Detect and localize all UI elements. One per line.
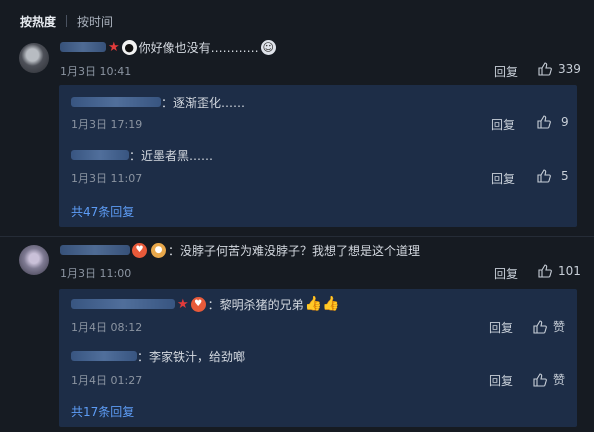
like-button[interactable]: 101 (538, 264, 581, 278)
like-label: 赞 (553, 320, 566, 334)
reply-button[interactable]: 回复 (489, 372, 513, 389)
thumbs-up-icon (533, 319, 547, 334)
reply-header: ： 李家铁汁，给劲啷 (71, 348, 245, 364)
comment-text: 没脖子何苦为难没脖子？我想了想是这个道理 (180, 243, 421, 258)
like-button[interactable]: 赞 (533, 371, 565, 388)
avatar[interactable] (19, 245, 49, 275)
like-label: 赞 (553, 373, 566, 387)
reply-username[interactable] (71, 97, 161, 107)
panda-badge-icon: ● (121, 39, 137, 55)
thumbs-up-icon (533, 372, 547, 387)
reply-date: 1月4日 08:12 (71, 321, 143, 334)
like-button[interactable]: 9 (537, 115, 569, 129)
badge-icon: ♥ (132, 242, 147, 258)
username[interactable] (60, 42, 106, 52)
thumbs-up-icon (537, 169, 551, 183)
star-badge-icon: ★ (108, 39, 120, 55)
reply-box: ★ ♥ ： 黎明杀猪的兄弟 👍👍 1月4日 08:12 回复 赞 ： 李家铁汁，… (59, 289, 577, 427)
like-count: 339 (558, 62, 581, 76)
reply-button[interactable]: 回复 (489, 319, 513, 336)
reply-button[interactable]: 回复 (491, 170, 515, 187)
reply-username[interactable] (71, 150, 129, 160)
reply-button[interactable]: 回复 (494, 265, 518, 282)
more-replies-link[interactable]: 共47条回复 (71, 203, 134, 220)
reply-username[interactable] (71, 351, 137, 361)
reply-text: 逐渐歪化…… (173, 95, 246, 110)
thumbs-up-icon (538, 62, 552, 76)
star-badge-icon: ★ (177, 296, 189, 312)
bean-badge-icon: ● (151, 242, 166, 258)
reply-button[interactable]: 回复 (494, 63, 518, 80)
reply-text: 近墨者黑…… (141, 148, 214, 163)
like-button[interactable]: 339 (538, 62, 581, 76)
like-button[interactable]: 5 (537, 169, 569, 183)
like-count: 9 (561, 115, 569, 129)
like-button[interactable]: 赞 (533, 318, 565, 335)
reply-box: ： 逐渐歪化…… 1月3日 17:19 回复 9 ： 近墨者黑…… 1月3日 1… (59, 85, 577, 227)
thumbs-up-icon (537, 115, 551, 129)
like-count: 5 (561, 169, 569, 183)
comment-date: 1月3日 11:00 (60, 267, 132, 280)
thumbs-up-icon (538, 264, 552, 278)
like-count: 101 (558, 264, 581, 278)
comment-header: ★ ● 你好像也没有………… ☺ (60, 39, 278, 55)
sort-by-hot[interactable]: 按热度 (20, 13, 56, 30)
comment-text: 你好像也没有………… (138, 40, 259, 55)
sort-divider (66, 15, 68, 27)
reply-header: ： 逐渐歪化…… (71, 94, 245, 110)
reply-header: ： 近墨者黑…… (71, 147, 213, 163)
emoji-icon: ☺ (260, 39, 276, 55)
avatar[interactable] (19, 43, 49, 73)
sort-by-time[interactable]: 按时间 (77, 13, 113, 30)
reply-username[interactable] (71, 299, 175, 309)
reply-date: 1月4日 01:27 (71, 374, 143, 387)
divider (0, 236, 594, 237)
badge-icon: ♥ (190, 296, 206, 312)
username[interactable] (60, 245, 130, 255)
sort-bar: 按热度 按时间 (20, 13, 113, 29)
reply-text: 李家铁汁，给劲啷 (149, 349, 246, 364)
reply-header: ★ ♥ ： 黎明杀猪的兄弟 👍👍 (71, 296, 340, 312)
more-replies-link[interactable]: 共17条回复 (71, 403, 134, 420)
thumbs-up-emoji-icon: 👍👍 (304, 296, 340, 312)
reply-text: 黎明杀猪的兄弟 (219, 297, 304, 312)
comment-date: 1月3日 10:41 (60, 65, 132, 78)
reply-button[interactable]: 回复 (491, 116, 515, 133)
reply-date: 1月3日 17:19 (71, 118, 143, 131)
reply-date: 1月3日 11:07 (71, 172, 143, 185)
comment-header: ♥ ● ： 没脖子何苦为难没脖子？我想了想是这个道理 (60, 242, 420, 258)
